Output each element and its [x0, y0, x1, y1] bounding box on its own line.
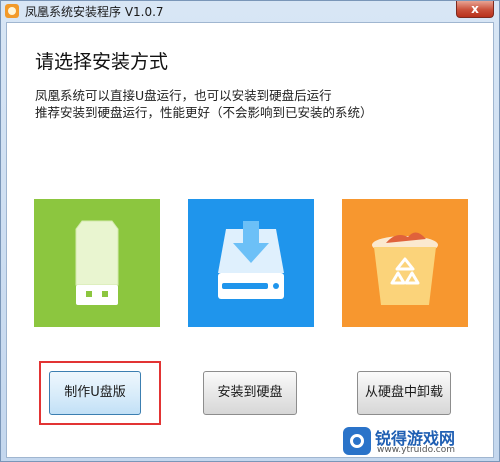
disk-option-tile[interactable]	[188, 199, 314, 327]
installer-window: 凤凰系统安装程序 V1.0.7 x 请选择安装方式 凤凰系统可以直接U盘运行，也…	[0, 0, 500, 462]
watermark-url: www.ytruido.com	[377, 445, 456, 455]
usb-drive-icon	[75, 220, 119, 305]
page-title: 请选择安装方式	[35, 51, 169, 73]
window-title: 凤凰系统安装程序 V1.0.7	[25, 5, 164, 19]
highlight-box	[39, 361, 161, 425]
title-bar[interactable]: 凤凰系统安装程序 V1.0.7 x	[1, 1, 499, 21]
recycle-bin-icon	[372, 232, 438, 305]
watermark-logo-icon	[343, 427, 371, 455]
description-line-2: 推荐安装到硬盘运行，性能更好（不会影响到已安装的系统）	[35, 105, 373, 120]
app-logo-icon	[5, 4, 19, 18]
uninstall-option-tile[interactable]	[342, 199, 468, 327]
usb-option-tile[interactable]	[34, 199, 160, 327]
uninstall-button[interactable]: 从硬盘中卸载	[357, 371, 451, 415]
watermark: 锐得游戏网 www.ytruido.com	[343, 425, 493, 457]
install-to-disk-button[interactable]: 安装到硬盘	[203, 371, 297, 415]
close-button[interactable]: x	[456, 1, 494, 18]
install-to-disk-icon	[218, 221, 284, 299]
content-panel: 请选择安装方式 凤凰系统可以直接U盘运行，也可以安装到硬盘后运行 推荐安装到硬盘…	[6, 22, 494, 458]
